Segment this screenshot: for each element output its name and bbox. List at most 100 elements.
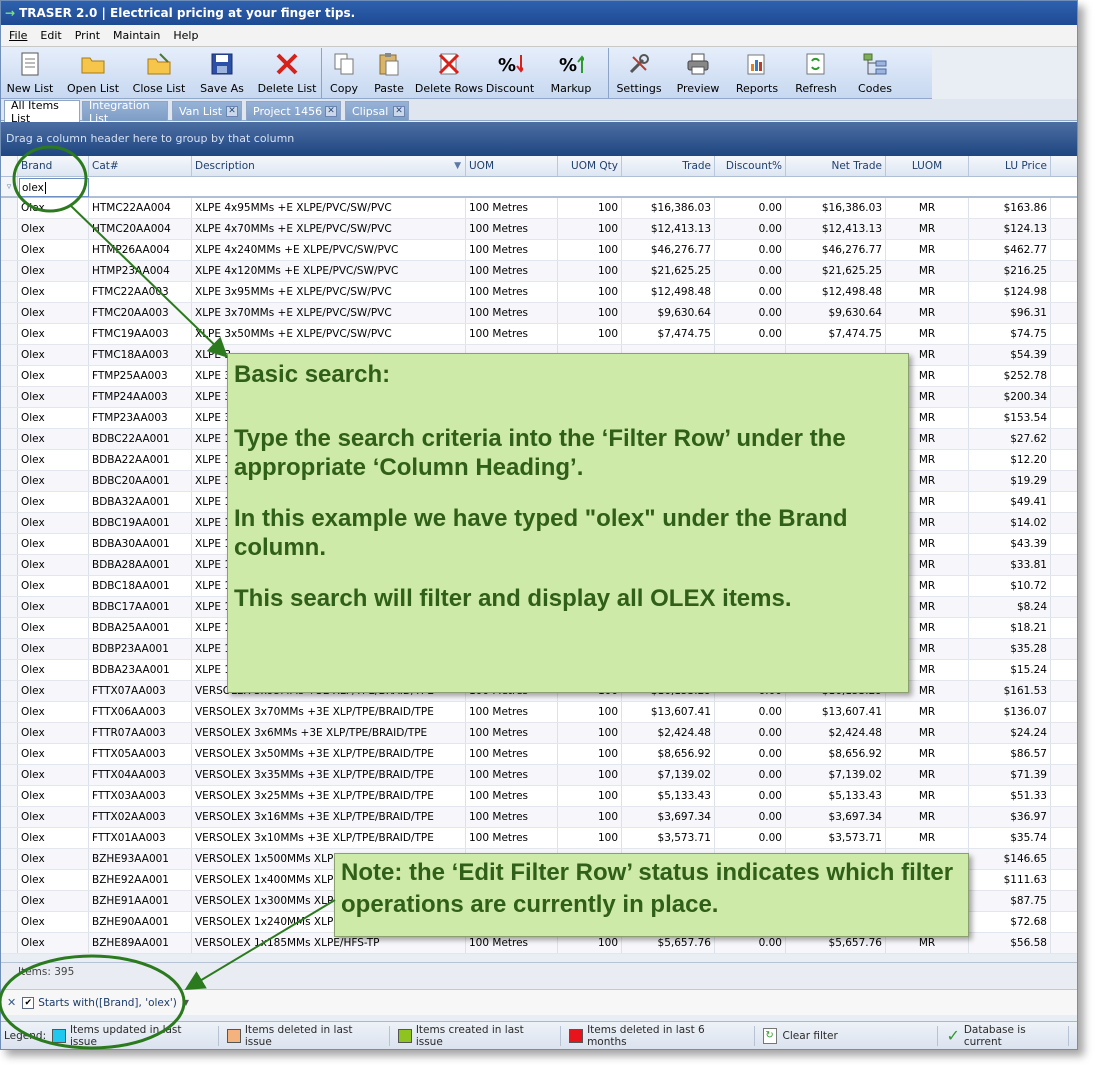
cell-description[interactable]: VERSOLEX 3x70MMs +3E XLP/TPE/BRAID/TPE — [192, 702, 466, 722]
cell-brand[interactable]: Olex — [18, 891, 89, 911]
row-indicator[interactable] — [1, 534, 18, 554]
cell-net-trade[interactable]: $12,413.13 — [786, 219, 886, 239]
cell-luom[interactable]: MR — [886, 744, 969, 764]
cell-discount[interactable]: 0.00 — [715, 828, 786, 848]
cell-lu-price[interactable]: $146.65 — [969, 849, 1051, 869]
menu-help[interactable]: Help — [173, 29, 198, 42]
cell-net-trade[interactable]: $13,607.41 — [786, 702, 886, 722]
row-indicator[interactable] — [1, 576, 18, 596]
cell-cat[interactable]: FTMP23AA003 — [89, 408, 192, 428]
row-indicator[interactable] — [1, 387, 18, 407]
cell-brand[interactable]: Olex — [18, 597, 89, 617]
cell-brand[interactable]: Olex — [18, 723, 89, 743]
cell-brand[interactable]: Olex — [18, 870, 89, 890]
row-indicator[interactable] — [1, 429, 18, 449]
cell-cat[interactable]: BDBA30AA001 — [89, 534, 192, 554]
row-indicator[interactable] — [1, 513, 18, 533]
cell-cat[interactable]: BDBA28AA001 — [89, 555, 192, 575]
row-indicator[interactable] — [1, 240, 18, 260]
cell-lu-price[interactable]: $8.24 — [969, 597, 1051, 617]
row-indicator[interactable] — [1, 807, 18, 827]
cell-lu-price[interactable]: $49.41 — [969, 492, 1051, 512]
cell-lu-price[interactable]: $124.98 — [969, 282, 1051, 302]
cell-luom[interactable]: MR — [886, 240, 969, 260]
cell-discount[interactable]: 0.00 — [715, 198, 786, 218]
cell-discount[interactable]: 0.00 — [715, 807, 786, 827]
column-header-description[interactable]: Description ▼ — [192, 156, 466, 176]
row-indicator[interactable] — [1, 324, 18, 344]
row-indicator[interactable] — [1, 618, 18, 638]
cell-brand[interactable]: Olex — [18, 240, 89, 260]
row-indicator[interactable] — [1, 660, 18, 680]
save-as-button[interactable]: Save As — [191, 47, 253, 99]
table-row[interactable]: Olex HTMP23AA004 XLPE 4x120MMs +E XLPE/PVC… — [1, 261, 1077, 282]
cell-brand[interactable]: Olex — [18, 702, 89, 722]
row-indicator[interactable] — [1, 723, 18, 743]
cell-trade[interactable]: $13,607.41 — [622, 702, 715, 722]
cell-trade[interactable]: $2,424.48 — [622, 723, 715, 743]
cell-cat[interactable]: FTTX01AA003 — [89, 828, 192, 848]
cell-description[interactable]: VERSOLEX 3x16MMs +3E XLP/TPE/BRAID/TPE — [192, 807, 466, 827]
cell-luom[interactable]: MR — [886, 786, 969, 806]
cell-lu-price[interactable]: $35.74 — [969, 828, 1051, 848]
cell-brand[interactable]: Olex — [18, 429, 89, 449]
cell-lu-price[interactable]: $56.58 — [969, 933, 1051, 953]
cell-uom[interactable]: 100 Metres — [466, 765, 558, 785]
cell-cat[interactable]: HTMP23AA004 — [89, 261, 192, 281]
table-row[interactable]: Olex HTMP26AA004 XLPE 4x240MMs +E XLPE/PVC… — [1, 240, 1077, 261]
delete-list-button[interactable]: Delete List — [253, 47, 321, 99]
tab-clipsal[interactable]: Clipsal ✕ — [345, 101, 409, 121]
cell-cat[interactable]: FTTR07AA003 — [89, 723, 192, 743]
cell-brand[interactable]: Olex — [18, 198, 89, 218]
cell-lu-price[interactable]: $462.77 — [969, 240, 1051, 260]
cell-brand[interactable]: Olex — [18, 828, 89, 848]
row-indicator[interactable] — [1, 471, 18, 491]
cell-uom-qty[interactable]: 100 — [558, 261, 622, 281]
cell-discount[interactable]: 0.00 — [715, 219, 786, 239]
refresh-button[interactable]: Refresh — [787, 47, 845, 99]
cell-brand[interactable]: Olex — [18, 681, 89, 701]
table-row[interactable]: Olex FTTX06AA003 VERSOLEX 3x70MMs +3E XLP/… — [1, 702, 1077, 723]
column-header-uom[interactable]: UOM — [466, 156, 558, 176]
cell-lu-price[interactable]: $136.07 — [969, 702, 1051, 722]
cell-trade[interactable]: $16,386.03 — [622, 198, 715, 218]
reports-button[interactable]: Reports — [727, 47, 787, 99]
column-header-uom-qty[interactable]: UOM Qty — [558, 156, 622, 176]
cell-cat[interactable]: FTMC19AA003 — [89, 324, 192, 344]
cell-description[interactable]: VERSOLEX 3x10MMs +3E XLP/TPE/BRAID/TPE — [192, 828, 466, 848]
table-row[interactable]: Olex FTTX04AA003 VERSOLEX 3x35MMs +3E XLP/… — [1, 765, 1077, 786]
cell-cat[interactable]: BZHE93AA001 — [89, 849, 192, 869]
open-list-button[interactable]: Open List — [59, 47, 127, 99]
row-indicator[interactable] — [1, 849, 18, 869]
row-indicator[interactable] — [1, 261, 18, 281]
row-indicator[interactable] — [1, 198, 18, 218]
cell-brand[interactable]: Olex — [18, 408, 89, 428]
row-indicator[interactable] — [1, 891, 18, 911]
cell-cat[interactable]: BZHE91AA001 — [89, 891, 192, 911]
cell-net-trade[interactable]: $3,697.34 — [786, 807, 886, 827]
cell-uom-qty[interactable]: 100 — [558, 282, 622, 302]
preview-button[interactable]: Preview — [669, 47, 727, 99]
cell-uom-qty[interactable]: 100 — [558, 219, 622, 239]
cell-luom[interactable]: MR — [886, 261, 969, 281]
cell-cat[interactable]: BZHE89AA001 — [89, 933, 192, 953]
cell-lu-price[interactable]: $54.39 — [969, 345, 1051, 365]
cell-cat[interactable]: HTMP26AA004 — [89, 240, 192, 260]
cell-description[interactable]: VERSOLEX 3x6MMs +3E XLP/TPE/BRAID/TPE — [192, 723, 466, 743]
cell-lu-price[interactable]: $43.39 — [969, 534, 1051, 554]
cell-trade[interactable]: $8,656.92 — [622, 744, 715, 764]
cell-cat[interactable]: BDBC18AA001 — [89, 576, 192, 596]
column-header-cat[interactable]: Cat# — [89, 156, 192, 176]
cell-trade[interactable]: $12,498.48 — [622, 282, 715, 302]
cell-lu-price[interactable]: $161.53 — [969, 681, 1051, 701]
cell-uom[interactable]: 100 Metres — [466, 324, 558, 344]
close-icon[interactable]: ✕ — [393, 106, 405, 117]
row-indicator[interactable] — [1, 450, 18, 470]
cell-uom[interactable]: 100 Metres — [466, 282, 558, 302]
cell-net-trade[interactable]: $21,625.25 — [786, 261, 886, 281]
menu-edit[interactable]: Edit — [40, 29, 61, 42]
cell-discount[interactable]: 0.00 — [715, 765, 786, 785]
cell-lu-price[interactable]: $111.63 — [969, 870, 1051, 890]
cell-lu-price[interactable]: $14.02 — [969, 513, 1051, 533]
cell-description[interactable]: XLPE 3x95MMs +E XLPE/PVC/SW/PVC — [192, 282, 466, 302]
